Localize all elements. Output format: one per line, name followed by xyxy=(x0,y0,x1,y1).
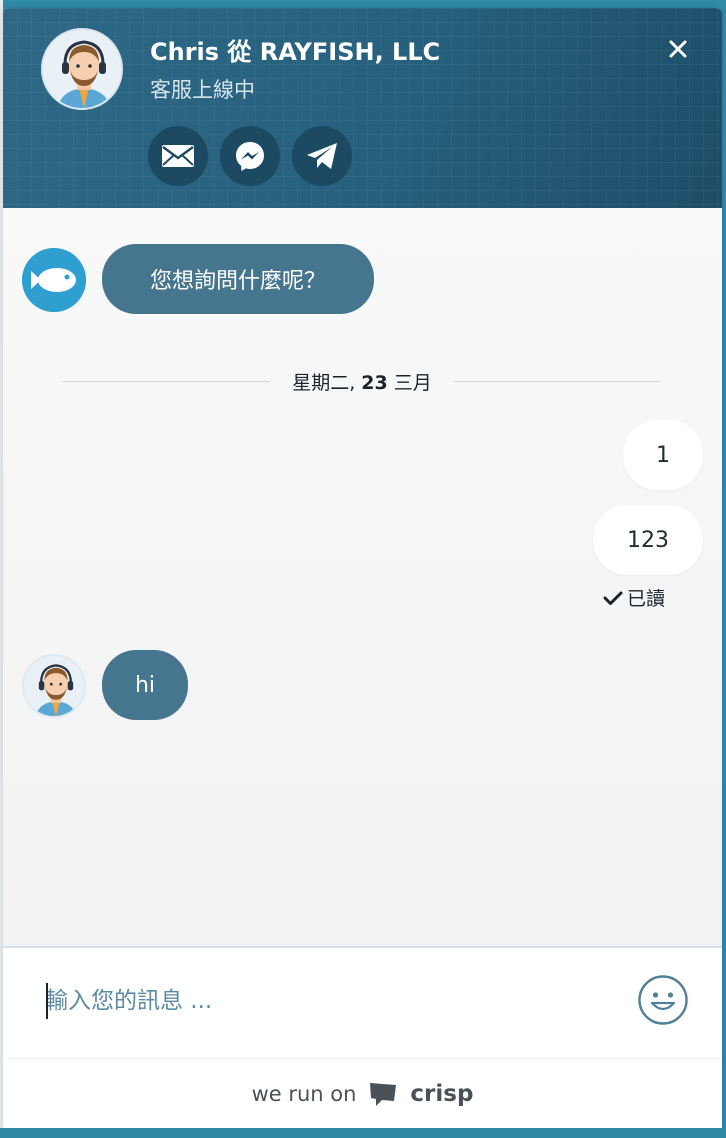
telegram-icon xyxy=(307,143,337,169)
agent-status: 客服上線中 xyxy=(150,78,255,102)
agent-avatar-small xyxy=(22,654,86,718)
close-icon xyxy=(669,40,687,58)
email-icon xyxy=(162,145,194,167)
company-logo-avatar xyxy=(22,248,86,312)
read-receipt: 已讀 xyxy=(603,584,665,611)
powered-by-text: we run on xyxy=(251,1081,357,1106)
emoji-button[interactable] xyxy=(637,974,689,1026)
date-month: 三月 xyxy=(393,371,432,394)
date-weekday: 星期二, xyxy=(292,371,356,394)
date-separator: 星期二, 23 三月 xyxy=(63,366,662,396)
message-list[interactable]: 您想詢問什麼呢？ 星期二, 23 三月 1 123 已讀 hi xyxy=(3,208,722,946)
message-input[interactable] xyxy=(45,976,605,1026)
crisp-logo-icon xyxy=(370,1082,397,1106)
telegram-channel-button[interactable] xyxy=(292,126,352,186)
separator-line xyxy=(63,380,271,382)
user-message: 123 xyxy=(593,505,703,575)
powered-by-footer[interactable]: we run on crisp xyxy=(3,1058,722,1128)
text-caret xyxy=(46,983,48,1019)
smiley-icon xyxy=(638,975,688,1025)
agent-avatar xyxy=(41,28,123,110)
checkmark-icon xyxy=(603,591,623,605)
operator-message: 您想詢問什麼呢？ xyxy=(102,244,374,314)
fish-icon xyxy=(22,248,86,312)
crisp-brand: crisp xyxy=(410,1080,474,1107)
date-label: 星期二, 23 三月 xyxy=(270,368,454,395)
messenger-channel-button[interactable] xyxy=(220,126,280,186)
page-bottom-edge xyxy=(0,1128,726,1138)
chat-header: Chris 從 RAYFISH, LLC 客服上線中 xyxy=(3,8,722,208)
chat-window: Chris 從 RAYFISH, LLC 客服上線中 您想詢問什麼呢？ 星期二,… xyxy=(3,8,722,1128)
operator-message: hi xyxy=(102,650,188,720)
user-message: 1 xyxy=(623,420,703,490)
compose-area xyxy=(3,946,722,1058)
email-channel-button[interactable] xyxy=(148,126,208,186)
close-button[interactable] xyxy=(663,34,693,64)
read-receipt-label: 已讀 xyxy=(627,588,666,610)
messenger-icon xyxy=(236,142,264,171)
date-day: 23 xyxy=(361,371,388,394)
separator-line xyxy=(453,380,662,382)
agent-name: Chris 從 RAYFISH, LLC xyxy=(150,38,441,66)
